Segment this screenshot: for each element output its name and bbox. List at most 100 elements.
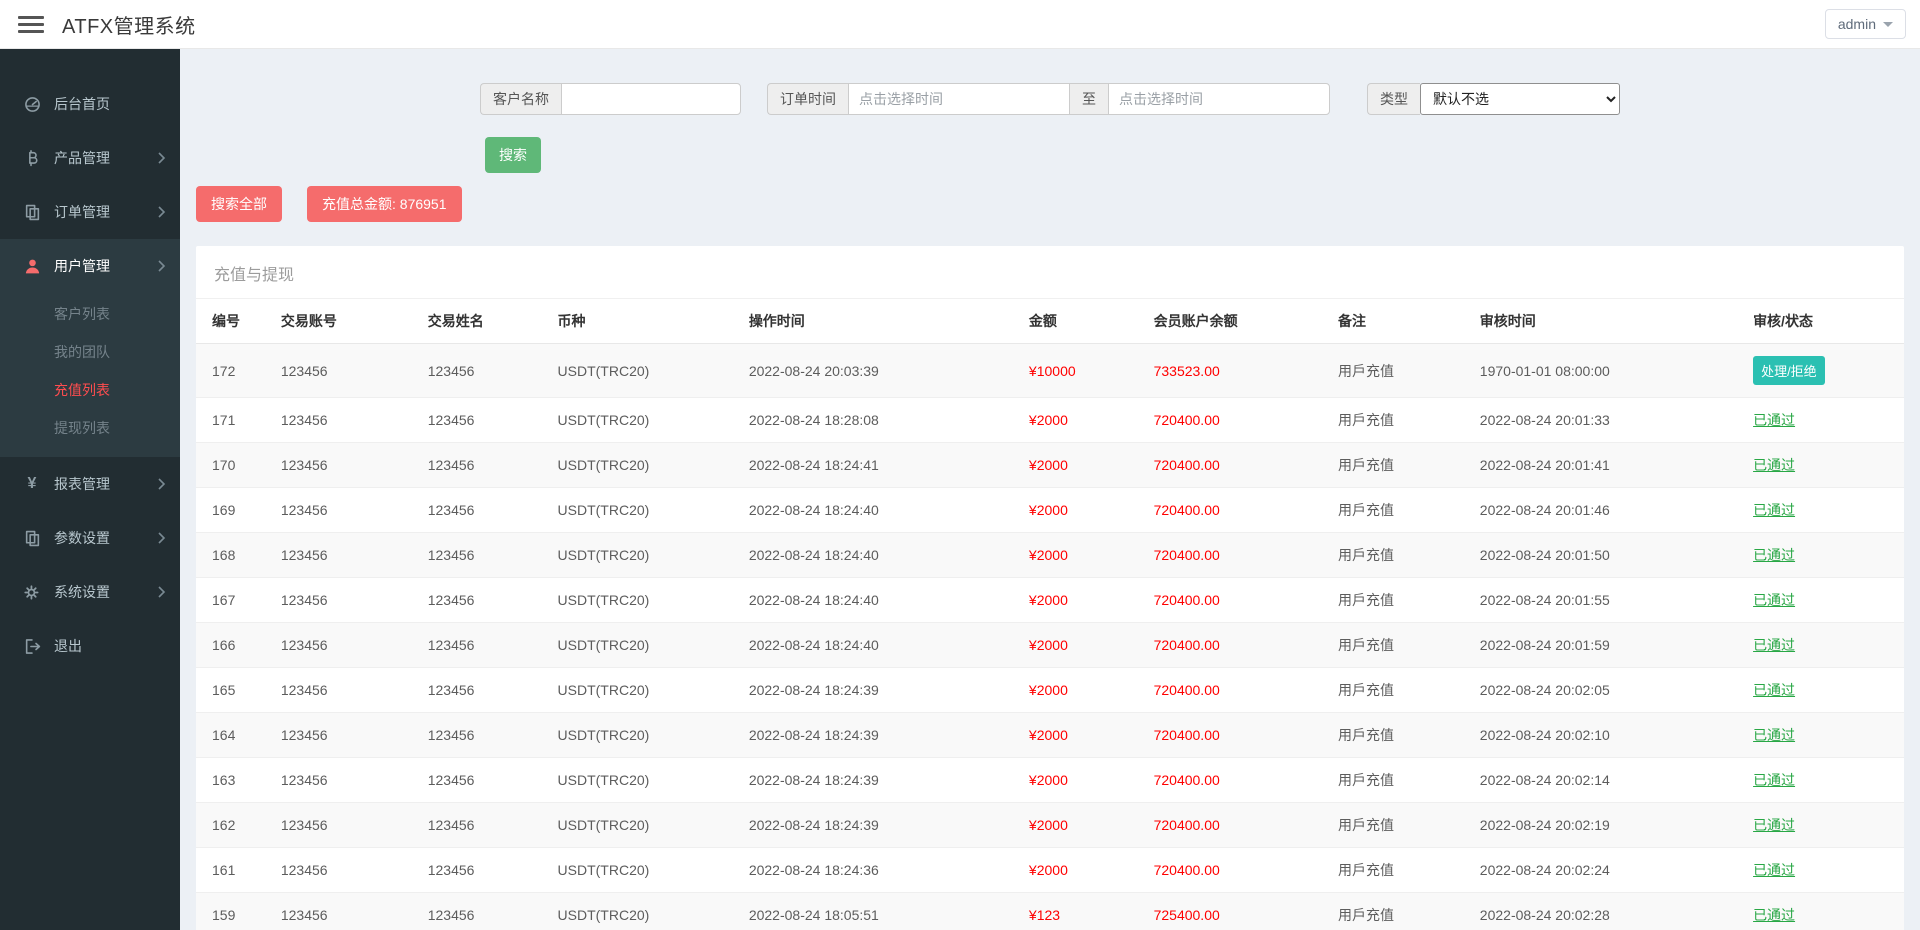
sidebar-item-params[interactable]: 参数设置 [0, 511, 180, 565]
note: 用戶充值 [1330, 667, 1472, 713]
audit-time: 2022-08-24 20:01:33 [1471, 397, 1746, 443]
table-row: 165 123456 123456 USDT(TRC20) 2022-08-24 18:… [196, 667, 1904, 713]
search-all-button[interactable]: 搜索全部 [196, 186, 282, 222]
trade-name: 123456 [419, 892, 550, 930]
time-end-input[interactable] [1108, 83, 1330, 115]
trade-name: 123456 [419, 577, 550, 623]
table-row: 171 123456 123456 USDT(TRC20) 2022-08-24 18:… [196, 397, 1904, 443]
operation-time: 2022-08-24 18:24:39 [740, 757, 1021, 803]
status-cell: 已通过 [1745, 622, 1904, 668]
customer-name-input[interactable] [561, 83, 741, 115]
status-approved-link[interactable]: 已通过 [1753, 457, 1795, 473]
table-row: 166 123456 123456 USDT(TRC20) 2022-08-24 18:… [196, 622, 1904, 668]
status-approved-link[interactable]: 已通过 [1753, 817, 1795, 833]
trade-account: 123456 [272, 892, 420, 930]
sidebar-item-users[interactable]: 用户管理 [0, 239, 180, 293]
table-row: 161 123456 123456 USDT(TRC20) 2022-08-24 18:… [196, 847, 1904, 893]
member-balance: 720400.00 [1145, 802, 1331, 848]
note: 用戶充值 [1330, 622, 1472, 668]
note: 用戶充值 [1330, 802, 1472, 848]
sidebar-item-products[interactable]: 产品管理 [0, 131, 180, 185]
table-body: 172 123456 123456 USDT(TRC20) 2022-08-24 20:… [196, 343, 1904, 930]
sidebar-submenu-users: 客户列表 我的团队 充值列表 提现列表 [0, 293, 180, 457]
column-header: 备注 [1330, 298, 1472, 344]
app-title: ATFX管理系统 [62, 15, 196, 38]
status-approved-link[interactable]: 已通过 [1753, 862, 1795, 878]
sidebar-item-label: 产品管理 [54, 150, 110, 166]
sidebar-subitem-withdraw[interactable]: 提现列表 [0, 409, 180, 447]
trade-account: 123456 [272, 667, 420, 713]
sidebar-item-system[interactable]: 系统设置 [0, 565, 180, 619]
member-balance: 720400.00 [1145, 712, 1331, 758]
type-select[interactable]: 默认不选 [1420, 83, 1620, 115]
sidebar-group-logout: 退出 [0, 619, 180, 673]
note: 用戶充值 [1330, 712, 1472, 758]
sidebar-item-home[interactable]: 后台首页 [0, 77, 180, 131]
user-menu-button[interactable]: admin [1824, 9, 1906, 39]
currency: USDT(TRC20) [549, 442, 741, 488]
table-header-row: 编号 交易账号 交易姓名 币种 操作时间 金额 会员账户余额 备注 审核时间 审核/状态 [196, 298, 1904, 344]
status-approved-link[interactable]: 已通过 [1753, 592, 1795, 608]
note: 用戶充值 [1330, 343, 1472, 398]
status-approved-link[interactable]: 已通过 [1753, 682, 1795, 698]
audit-time: 2022-08-24 20:01:41 [1471, 442, 1746, 488]
trade-name: 123456 [419, 847, 550, 893]
trade-account: 123456 [272, 397, 420, 443]
audit-time: 2022-08-24 20:02:10 [1471, 712, 1746, 758]
row-id: 168 [196, 532, 273, 578]
status-approved-link[interactable]: 已通过 [1753, 907, 1795, 923]
type-label: 类型 [1367, 83, 1420, 115]
column-header: 会员账户余额 [1145, 298, 1331, 344]
amount: ¥2000 [1020, 847, 1146, 893]
sidebar-group-orders: 订单管理 [0, 185, 180, 239]
status-approved-link[interactable]: 已通过 [1753, 637, 1795, 653]
chevron-right-icon [157, 206, 166, 218]
user-icon [22, 258, 42, 275]
operation-time: 2022-08-24 18:24:40 [740, 622, 1021, 668]
status-cell: 处理/拒绝 [1745, 343, 1904, 398]
status-cell: 已通过 [1745, 442, 1904, 488]
status-cell: 已通过 [1745, 802, 1904, 848]
operation-time: 2022-08-24 18:28:08 [740, 397, 1021, 443]
recharge-panel: 充值与提现 编号 交易账号 交易姓名 币种 操作时间 金额 会员账户余额 备注 审核时间 审核/状… [196, 246, 1904, 930]
row-id: 164 [196, 712, 273, 758]
status-approved-link[interactable]: 已通过 [1753, 412, 1795, 428]
table-row: 172 123456 123456 USDT(TRC20) 2022-08-24 20:… [196, 343, 1904, 398]
status-cell: 已通过 [1745, 847, 1904, 893]
chevron-right-icon [157, 152, 166, 164]
status-approved-link[interactable]: 已通过 [1753, 547, 1795, 563]
total-recharge-badge[interactable]: 充值总金额: 876951 [307, 186, 462, 222]
member-balance: 720400.00 [1145, 487, 1331, 533]
status-approved-link[interactable]: 已通过 [1753, 502, 1795, 518]
sidebar-subitem-recharge[interactable]: 充值列表 [0, 371, 180, 409]
process-reject-button[interactable]: 处理/拒绝 [1753, 356, 1825, 385]
panel-title: 充值与提现 [214, 267, 295, 284]
sidebar: 后台首页 产品管理 订单管理 用户管理 客户列表 我的团队 充值列表 提现列表 ¥ 报表管理 参数设… [0, 49, 180, 930]
column-header: 编号 [196, 298, 273, 344]
hamburger-menu-icon[interactable] [18, 15, 44, 33]
chevron-right-icon [157, 586, 166, 598]
row-id: 165 [196, 667, 273, 713]
trade-name: 123456 [419, 757, 550, 803]
currency: USDT(TRC20) [549, 577, 741, 623]
recharge-table: 编号 交易账号 交易姓名 币种 操作时间 金额 会员账户余额 备注 审核时间 审核/状态 172 1… [196, 298, 1904, 930]
currency: USDT(TRC20) [549, 847, 741, 893]
member-balance: 720400.00 [1145, 667, 1331, 713]
amount: ¥2000 [1020, 532, 1146, 578]
search-button[interactable]: 搜索 [485, 137, 541, 173]
status-cell: 已通过 [1745, 892, 1904, 930]
sidebar-item-reports[interactable]: ¥ 报表管理 [0, 457, 180, 511]
sidebar-subitem-team[interactable]: 我的团队 [0, 333, 180, 371]
trade-name: 123456 [419, 343, 550, 398]
sidebar-item-logout[interactable]: 退出 [0, 619, 180, 673]
member-balance: 720400.00 [1145, 532, 1331, 578]
row-id: 172 [196, 343, 273, 398]
sidebar-subitem-customers[interactable]: 客户列表 [0, 295, 180, 333]
note: 用戶充值 [1330, 847, 1472, 893]
table-row: 169 123456 123456 USDT(TRC20) 2022-08-24 18:… [196, 487, 1904, 533]
time-start-input[interactable] [848, 83, 1070, 115]
status-approved-link[interactable]: 已通过 [1753, 727, 1795, 743]
trade-account: 123456 [272, 757, 420, 803]
status-approved-link[interactable]: 已通过 [1753, 772, 1795, 788]
sidebar-item-orders[interactable]: 订单管理 [0, 185, 180, 239]
